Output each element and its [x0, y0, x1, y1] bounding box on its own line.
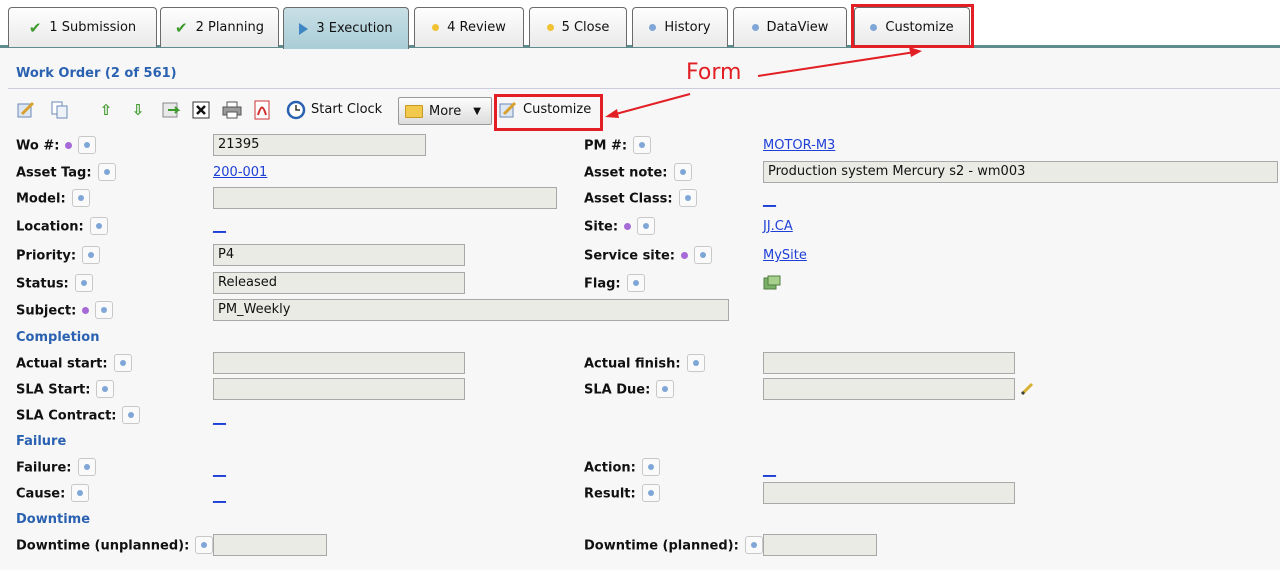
- action-link[interactable]: __: [763, 463, 776, 478]
- asset-class-link[interactable]: __: [763, 193, 776, 208]
- info-icon[interactable]: [95, 301, 114, 319]
- info-icon[interactable]: [637, 217, 656, 235]
- info-icon[interactable]: [195, 536, 214, 554]
- flag-icon[interactable]: [763, 275, 781, 295]
- info-icon[interactable]: [633, 136, 652, 154]
- status-field[interactable]: Released: [213, 272, 465, 294]
- chevron-down-icon: ▼: [473, 105, 481, 117]
- clock-icon[interactable]: [286, 99, 306, 121]
- refresh-icon[interactable]: [162, 99, 182, 121]
- info-icon[interactable]: [89, 217, 108, 235]
- edit-icon[interactable]: [16, 99, 36, 121]
- location-label: Location:: [16, 217, 108, 236]
- required-icon: [681, 251, 688, 259]
- downtime-planned-field[interactable]: [763, 534, 877, 556]
- info-icon[interactable]: [641, 484, 660, 502]
- folder-icon: [405, 104, 423, 118]
- result-field[interactable]: [763, 482, 1015, 504]
- downtime-unplanned-label: Downtime (unplanned):: [16, 536, 214, 555]
- sla-start-label: SLA Start:: [16, 380, 115, 399]
- asset-note-label: Asset note:: [584, 163, 692, 182]
- sla-start-field[interactable]: [213, 378, 465, 400]
- failure-section-title: Failure: [16, 434, 67, 449]
- sla-due-label: SLA Due:: [584, 380, 675, 399]
- print-icon[interactable]: [222, 99, 242, 121]
- wo-label: Wo #:: [16, 136, 97, 155]
- wo-field[interactable]: 21395: [213, 134, 426, 156]
- model-field[interactable]: [213, 187, 557, 209]
- actual-finish-label: Actual finish:: [584, 354, 705, 373]
- required-icon: [82, 306, 90, 314]
- service-site-label: Service site:: [584, 246, 712, 265]
- work-order-page: { "tabs":[ {"label":"1 Submission","icon…: [0, 0, 1280, 570]
- asset-tag-label: Asset Tag:: [16, 163, 116, 182]
- site-label: Site:: [584, 217, 656, 236]
- model-label: Model:: [16, 189, 90, 208]
- sla-contract-label: SLA Contract:: [16, 406, 141, 425]
- priority-field[interactable]: P4: [213, 244, 465, 266]
- arrowhead-icon: [909, 47, 922, 57]
- required-icon: [65, 141, 73, 149]
- info-icon[interactable]: [122, 406, 141, 424]
- delete-icon[interactable]: [191, 99, 211, 121]
- pm-link[interactable]: MOTOR-M3: [763, 138, 835, 153]
- info-icon[interactable]: [82, 246, 101, 264]
- location-link[interactable]: __: [213, 219, 226, 234]
- down-arrow-icon[interactable]: ⇩: [128, 99, 148, 121]
- info-icon[interactable]: [77, 458, 96, 476]
- toolbar: ⇧ ⇩ Start Clock More ▼ Customize: [0, 96, 1280, 126]
- asset-tag-link[interactable]: 200-001: [213, 165, 267, 180]
- actual-start-field[interactable]: [213, 352, 465, 374]
- priority-label: Priority:: [16, 246, 101, 265]
- sla-due-field[interactable]: [763, 378, 1015, 400]
- up-arrow-icon[interactable]: ⇧: [96, 99, 116, 121]
- sla-contract-link[interactable]: __: [213, 411, 226, 426]
- more-dropdown[interactable]: More ▼: [398, 97, 492, 125]
- info-icon[interactable]: [71, 189, 90, 207]
- more-label: More: [429, 103, 462, 119]
- completion-section-title: Completion: [16, 330, 100, 345]
- site-link[interactable]: JJ.CA: [763, 219, 793, 234]
- info-icon[interactable]: [74, 274, 93, 292]
- info-icon[interactable]: [626, 274, 645, 292]
- subject-field[interactable]: PM_Weekly: [213, 299, 729, 321]
- info-icon[interactable]: [656, 380, 675, 398]
- status-label: Status:: [16, 274, 93, 293]
- highlight-box-button: [494, 94, 603, 131]
- downtime-unplanned-field[interactable]: [213, 534, 327, 556]
- info-icon[interactable]: [678, 189, 697, 207]
- downtime-section-title: Downtime: [16, 512, 91, 527]
- info-icon[interactable]: [694, 246, 712, 264]
- action-label: Action:: [584, 458, 660, 477]
- info-icon[interactable]: [96, 380, 115, 398]
- service-site-link[interactable]: MySite: [763, 248, 807, 263]
- required-icon: [624, 222, 632, 230]
- start-clock-button[interactable]: Start Clock: [311, 102, 382, 117]
- failure-link[interactable]: __: [213, 463, 226, 478]
- downtime-planned-label: Downtime (planned):: [584, 536, 763, 555]
- result-label: Result:: [584, 484, 660, 503]
- cause-label: Cause:: [16, 484, 90, 503]
- info-icon[interactable]: [641, 458, 660, 476]
- subject-label: Subject:: [16, 301, 114, 320]
- pm-label: PM #:: [584, 136, 652, 155]
- asset-class-label: Asset Class:: [584, 189, 697, 208]
- info-icon[interactable]: [673, 163, 692, 181]
- info-icon[interactable]: [686, 354, 705, 372]
- info-icon[interactable]: [113, 354, 132, 372]
- arrow-to-tab: [757, 51, 916, 77]
- info-icon[interactable]: [78, 136, 97, 154]
- copy-icon[interactable]: [50, 99, 70, 121]
- pdf-icon[interactable]: [252, 99, 272, 121]
- asset-note-field[interactable]: Production system Mercury s2 - wm003: [763, 161, 1278, 183]
- actual-finish-field[interactable]: [763, 352, 1015, 374]
- info-icon[interactable]: [744, 536, 763, 554]
- failure-label: Failure:: [16, 458, 96, 477]
- flag-label: Flag:: [584, 274, 645, 293]
- pencil-icon[interactable]: [1020, 382, 1034, 400]
- actual-start-label: Actual start:: [16, 354, 132, 373]
- cause-link[interactable]: __: [213, 489, 226, 504]
- info-icon[interactable]: [97, 163, 116, 181]
- info-icon[interactable]: [71, 484, 90, 502]
